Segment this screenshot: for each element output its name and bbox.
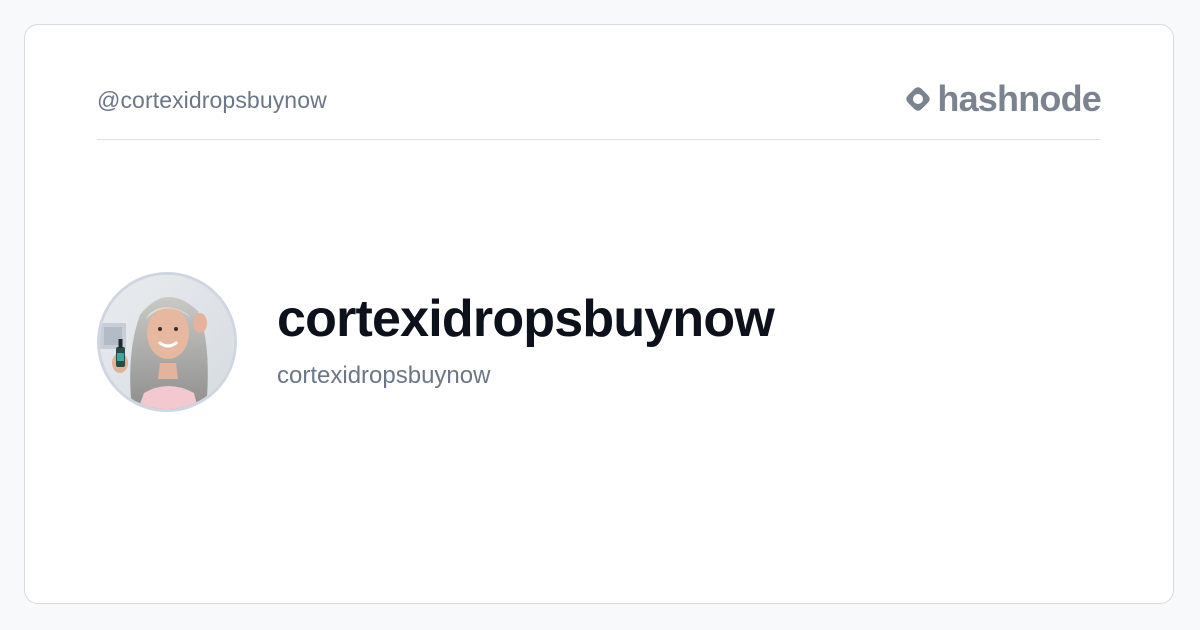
user-handle[interactable]: @cortexidropsbuynow	[97, 87, 327, 114]
brand-name: hashnode	[937, 78, 1101, 119]
username: cortexidropsbuynow	[277, 362, 491, 389]
avatar-photo	[100, 275, 234, 409]
display-name[interactable]: cortexidropsbuynow	[277, 289, 775, 349]
avatar[interactable]	[97, 272, 237, 412]
profile-section: cortexidropsbuynow cortexidropsbuynow	[97, 272, 775, 412]
profile-card: @cortexidropsbuynow hashnode cortexidrop…	[24, 24, 1174, 604]
profile-names: cortexidropsbuynow cortexidropsbuynow	[277, 289, 775, 391]
brand-logo[interactable]: hashnode	[903, 78, 1102, 119]
hashnode-logo-icon	[906, 87, 931, 111]
card-header: @cortexidropsbuynow hashnode	[97, 78, 1102, 140]
